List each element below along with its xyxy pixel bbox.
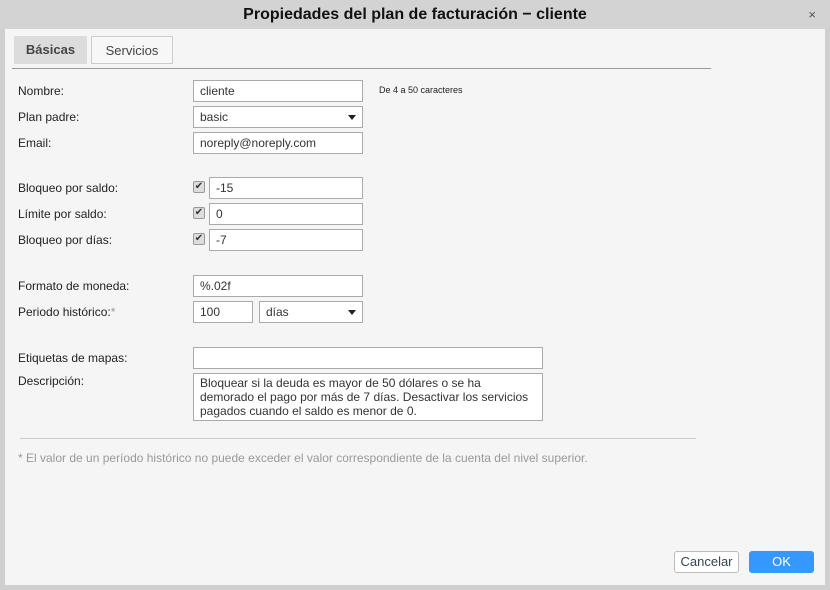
nombre-hint: De 4 a 50 caracteres [379, 85, 463, 95]
periodo-input[interactable]: 100 [193, 301, 253, 323]
plan-padre-select[interactable]: basic [193, 106, 363, 128]
footnote: * El valor de un período histórico no pu… [18, 451, 588, 465]
limite-saldo-input[interactable]: 0 [209, 203, 363, 225]
required-marker: * [110, 305, 116, 319]
email-label: Email: [18, 136, 52, 150]
dialog-title: Propiedades del plan de facturación − cl… [243, 6, 587, 23]
bloqueo-saldo-checkbox[interactable]: ✔ [193, 181, 205, 193]
formato-moneda-label: Formato de moneda: [18, 279, 130, 293]
bloqueo-saldo-label: Bloqueo por saldo: [18, 181, 119, 195]
dialog-title-bar[interactable]: Propiedades del plan de facturación − cl… [0, 0, 830, 29]
descripcion-textarea[interactable]: Bloquear si la deuda es mayor de 50 dóla… [193, 373, 543, 421]
tab-basicas[interactable]: Básicas [14, 36, 87, 64]
formato-moneda-input[interactable]: %.02f [193, 275, 363, 297]
chevron-down-icon [348, 310, 356, 315]
limite-saldo-label: Límite por saldo: [18, 207, 107, 221]
plan-padre-label: Plan padre: [18, 110, 80, 124]
descripcion-label: Descripción: [18, 374, 85, 388]
nombre-input[interactable]: cliente [193, 80, 363, 102]
dialog-body: Básicas Servicios Nombre: cliente De 4 a… [5, 29, 825, 585]
plan-padre-value: basic [200, 110, 229, 124]
bloqueo-saldo-input[interactable]: -15 [209, 177, 363, 199]
periodo-label-text: Periodo histórico: [18, 305, 111, 319]
bloqueo-dias-checkbox[interactable]: ✔ [193, 233, 205, 245]
ok-button[interactable]: OK [749, 551, 814, 573]
periodo-unit-value: días [266, 305, 289, 319]
bloqueo-dias-input[interactable]: -7 [209, 229, 363, 251]
tab-divider [12, 68, 711, 69]
cancel-button[interactable]: Cancelar [674, 551, 739, 573]
email-input[interactable]: noreply@noreply.com [193, 132, 363, 154]
close-icon[interactable]: × [808, 0, 816, 29]
chevron-down-icon [348, 115, 356, 120]
bloqueo-dias-label: Bloqueo por días: [18, 233, 113, 247]
nombre-label: Nombre: [18, 84, 65, 98]
etiquetas-label: Etiquetas de mapas: [18, 351, 128, 365]
note-divider [20, 438, 696, 439]
limite-saldo-checkbox[interactable]: ✔ [193, 207, 205, 219]
tab-servicios[interactable]: Servicios [91, 36, 173, 64]
periodo-unit-select[interactable]: días [259, 301, 363, 323]
etiquetas-input[interactable] [193, 347, 543, 369]
periodo-label: Periodo histórico:* [18, 305, 115, 319]
